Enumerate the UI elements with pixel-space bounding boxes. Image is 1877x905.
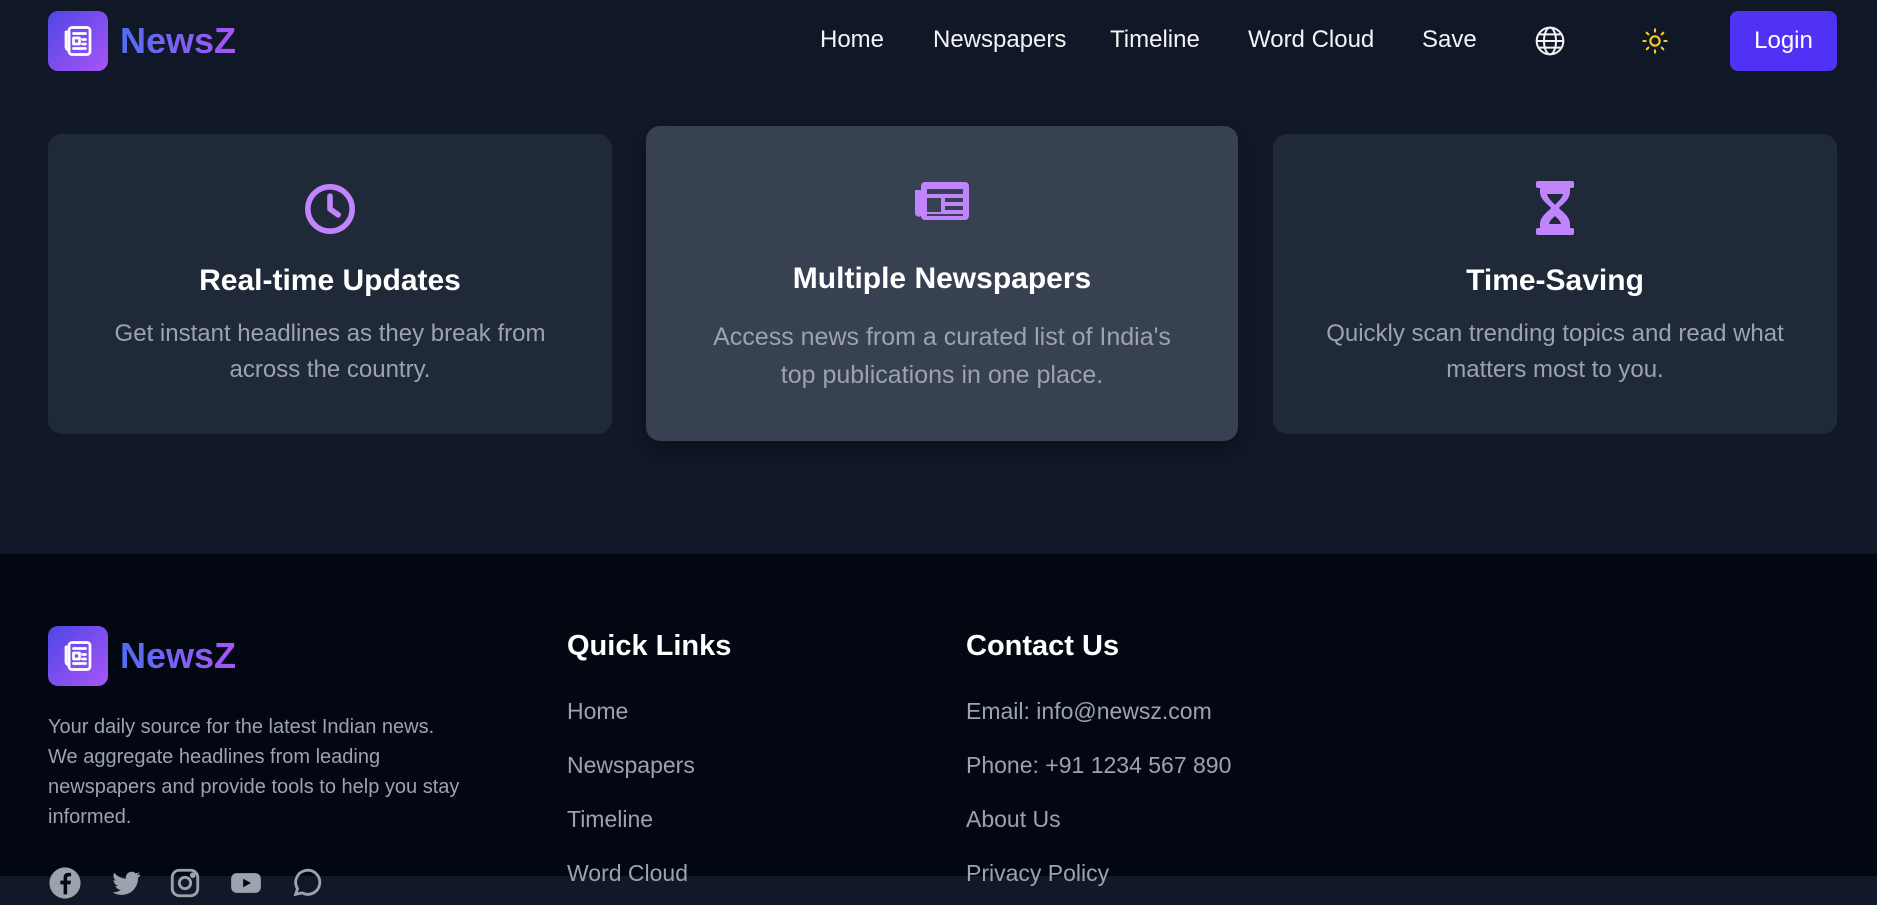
top-navbar: NewsZ Home Newspapers Timeline Word Clou… <box>0 0 1877 85</box>
contact-phone: Phone: +91 1234 567 890 <box>966 752 1232 778</box>
footer-link-home[interactable]: Home <box>567 698 628 725</box>
footer-link-newspapers[interactable]: Newspapers <box>567 752 695 779</box>
brand-name[interactable]: NewsZ <box>120 20 236 62</box>
footer-link-word-cloud[interactable]: Word Cloud <box>567 860 688 887</box>
feature-description: Access news from a curated list of India… <box>713 323 1171 389</box>
twitter-icon[interactable] <box>107 866 145 905</box>
contact-email: Email: info@newsz.com <box>966 698 1212 724</box>
feature-title: Multiple Newspapers <box>792 262 1092 295</box>
feature-description: Quickly scan trending topics and read wh… <box>1326 320 1784 383</box>
footer-link-about-us[interactable]: About Us <box>966 806 1061 833</box>
clock-icon <box>302 181 358 242</box>
nav-link-newspapers[interactable]: Newspapers <box>933 26 1066 54</box>
contact-heading: Contact Us <box>966 630 1120 662</box>
footer-link-timeline[interactable]: Timeline <box>567 806 653 833</box>
whatsapp-icon[interactable] <box>290 866 324 905</box>
quick-links-heading: Quick Links <box>567 630 732 662</box>
logo-icon[interactable] <box>48 11 108 71</box>
instagram-icon[interactable] <box>168 866 202 905</box>
login-button[interactable]: Login <box>1730 11 1837 71</box>
facebook-icon[interactable] <box>48 866 82 905</box>
sun-icon[interactable] <box>1641 27 1669 60</box>
newspaper-icon <box>913 180 971 229</box>
nav-link-save[interactable]: Save <box>1422 26 1477 54</box>
feature-card-realtime: Real-time Updates Get instant headlines … <box>48 134 612 434</box>
footer-link-privacy-policy[interactable]: Privacy Policy <box>966 860 1109 887</box>
footer: NewsZ Your daily source for the latest I… <box>0 554 1877 899</box>
feature-card-newspapers: Multiple Newspapers Access news from a c… <box>646 126 1238 441</box>
nav-link-home[interactable]: Home <box>820 26 884 54</box>
feature-title: Real-time Updates <box>199 264 461 297</box>
feature-title: Time-Saving <box>1466 264 1644 297</box>
feature-description: Get instant headlines as they break from… <box>114 320 546 383</box>
hourglass-icon <box>1535 180 1575 241</box>
nav-link-word-cloud[interactable]: Word Cloud <box>1248 26 1374 54</box>
nav-link-timeline[interactable]: Timeline <box>1110 26 1200 54</box>
feature-card-time-saving: Time-Saving Quickly scan trending topics… <box>1273 134 1837 434</box>
youtube-icon[interactable] <box>227 866 265 905</box>
footer-brand-name[interactable]: NewsZ <box>120 635 236 677</box>
globe-icon[interactable] <box>1534 25 1566 62</box>
footer-logo-icon[interactable] <box>48 626 108 686</box>
footer-tagline: Your daily source for the latest Indian … <box>48 716 460 828</box>
